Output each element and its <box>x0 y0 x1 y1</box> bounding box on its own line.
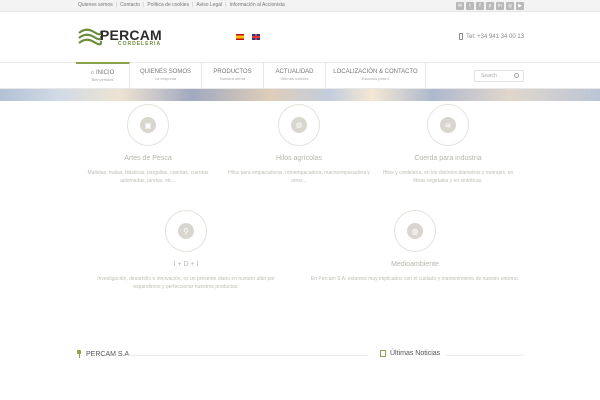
top-links: Quienes somos | Contacto | Política de coo… <box>78 2 285 8</box>
feature-idi[interactable]: ⚲ I + D + I Investigación, desarrollo e … <box>86 210 286 291</box>
instagram-icon[interactable]: ◎ <box>506 2 514 10</box>
phone-icon <box>459 33 464 40</box>
nav-item-sublabel: Bienvenidos <box>91 77 114 82</box>
logo[interactable]: PERCAM CORDELERIA <box>78 27 168 49</box>
divider <box>446 355 524 356</box>
nav-item-label: LOCALIZACIÓN & CONTACTO <box>333 69 418 75</box>
feature-title: I + D + I <box>173 261 199 268</box>
feature-circle: ≋ <box>427 104 469 146</box>
main-nav: ⌂ INICIO Bienvenidos QUIENES SOMOS La em… <box>0 62 600 89</box>
feature-circle: ⚲ <box>165 210 207 252</box>
feature-hilos-agricolas[interactable]: ⚙ Hilos agrícolas Hilos para empacadoras… <box>226 104 372 185</box>
top-bar: Quienes somos | Contacto | Política de coo… <box>0 0 600 12</box>
nav-item-quienes-somos[interactable]: QUIENES SOMOS La empresa <box>130 63 202 89</box>
nav-item-sublabel: Estamos para ti <box>361 76 390 81</box>
phone-contact: Tel: +34 941 34 00 13 <box>459 33 524 40</box>
feature-title: Cuerda para industria <box>414 155 482 162</box>
top-link-accionista[interactable]: Información al Accionista <box>229 2 284 8</box>
social-icons: ✉ t f p in ◎ ▶ <box>456 2 524 10</box>
nav-item-sublabel: Últimas noticias <box>280 76 309 81</box>
box-icon: ▣ <box>140 117 156 133</box>
feature-cuerda-industria[interactable]: ≋ Cuerda para industria Hilos y cordeler… <box>376 104 520 185</box>
phone-number: Tel: +34 941 34 00 13 <box>466 33 524 40</box>
feature-artes-de-pesca[interactable]: ▣ Artes de Pesca Malletas, trallas, filá… <box>78 104 218 185</box>
youtube-icon[interactable]: ▶ <box>516 2 524 10</box>
feature-description: En Percam S.A. estamos muy implicados co… <box>310 276 520 282</box>
nav-item-productos[interactable]: PRODUCTOS Nuestra oferta <box>202 63 264 89</box>
feature-circle: ◍ <box>394 210 436 252</box>
search-icon[interactable] <box>514 73 519 78</box>
logo-waves-icon <box>78 28 103 46</box>
header-banner-image <box>0 89 600 101</box>
search-icon: ⚲ <box>178 223 194 239</box>
nav-item-actualidad[interactable]: ACTUALIDAD Últimas noticias <box>264 63 326 89</box>
feature-title: Hilos agrícolas <box>276 155 322 162</box>
nav-item-localizacion[interactable]: LOCALIZACIÓN & CONTACTO Estamos para ti <box>326 63 426 89</box>
feature-description: Malletas, trallas, filásticas, pargallas… <box>87 170 209 184</box>
section-heading-percam: PERCAM S.A. <box>76 350 131 358</box>
search-input[interactable]: Search <box>474 70 524 82</box>
language-selector <box>236 34 260 40</box>
feature-description: Hilos para empacadoras, rotoempacadora, … <box>228 170 370 184</box>
feature-description: Investigación, desarrollo e innovación, … <box>97 276 275 290</box>
nav-item-sublabel: La empresa <box>154 76 177 81</box>
feature-title: Artes de Pesca <box>124 155 172 162</box>
section-heading-noticias: Últimas Noticias <box>380 350 440 357</box>
pinterest-icon[interactable]: p <box>486 2 494 10</box>
feature-title: Medioambiente <box>391 261 439 268</box>
logo-subtitle: CORDELERIA <box>118 41 162 47</box>
top-link-aviso-legal[interactable]: Aviso Legal <box>196 2 222 8</box>
feature-circle: ⚙ <box>278 104 320 146</box>
gears-icon: ⚙ <box>291 117 307 133</box>
divider <box>128 355 368 356</box>
nav-item-label: ACTUALIDAD <box>275 69 314 75</box>
nav-item-label: PRODUCTOS <box>213 69 252 75</box>
nav-item-label: QUIENES SOMOS <box>139 69 191 75</box>
twitter-icon[interactable]: t <box>466 2 474 10</box>
feature-description: Hilos y cordelería, en los distintos diá… <box>382 170 514 184</box>
document-icon <box>380 350 386 357</box>
flag-spain-icon[interactable] <box>236 34 244 40</box>
mail-icon[interactable]: ✉ <box>456 2 464 10</box>
top-link-quienes-somos[interactable]: Quienes somos <box>78 2 113 8</box>
linkedin-icon[interactable]: in <box>496 2 504 10</box>
nav-item-label: ⌂ INICIO <box>90 70 115 76</box>
stack-icon: ≋ <box>440 117 456 133</box>
pin-icon <box>76 350 82 358</box>
facebook-icon[interactable]: f <box>476 2 484 10</box>
nav-item-sublabel: Nuestra oferta <box>219 76 246 81</box>
globe-icon: ◍ <box>407 223 423 239</box>
nav-item-inicio[interactable]: ⌂ INICIO Bienvenidos <box>76 62 130 88</box>
flag-uk-icon[interactable] <box>252 34 260 40</box>
home-icon: ⌂ <box>90 70 95 76</box>
feature-circle: ▣ <box>127 104 169 146</box>
top-link-contacto[interactable]: Contacto <box>120 2 140 8</box>
top-link-cookies[interactable]: Política de cookies <box>147 2 189 8</box>
feature-medioambiente[interactable]: ◍ Medioambiente En Percam S.A. estamos m… <box>310 210 520 283</box>
